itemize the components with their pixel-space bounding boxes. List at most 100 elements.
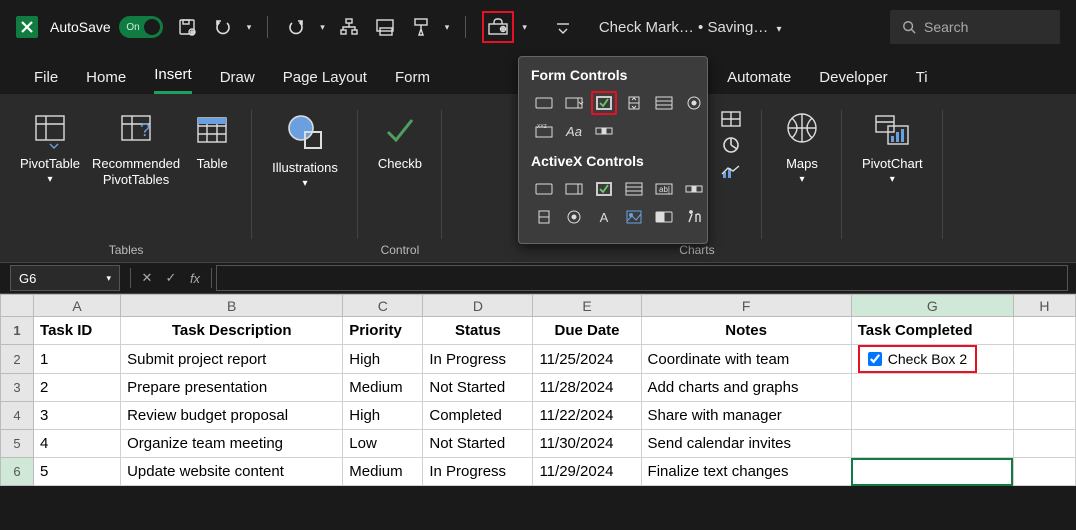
checkbox-button[interactable]: Checkb [372,104,428,174]
save-icon[interactable] [175,15,199,39]
autosave-toggle[interactable]: On [119,16,163,38]
cell[interactable]: Low [343,430,423,458]
cell[interactable]: Notes [641,317,851,345]
col-header[interactable]: E [533,295,641,317]
activex-toggle-icon[interactable] [651,205,677,229]
cell[interactable]: Finalize text changes [641,458,851,486]
redo-icon[interactable] [284,15,308,39]
form-checkbox-icon[interactable] [591,91,617,115]
col-header[interactable]: D [423,295,533,317]
cell[interactable]: In Progress [423,458,533,486]
form-listbox-icon[interactable] [651,91,677,115]
cell[interactable] [1013,402,1075,430]
cell[interactable]: 1 [34,345,121,374]
active-cell[interactable] [851,458,1013,486]
illustrations-button[interactable]: Illustrations▾ [266,104,344,193]
cell[interactable]: 4 [34,430,121,458]
col-header[interactable]: H [1013,295,1075,317]
cell[interactable]: Check Box 2 [851,345,1013,374]
activex-scrollbar-icon[interactable] [681,177,707,201]
cell[interactable]: Completed [423,402,533,430]
activex-button-icon[interactable] [531,177,557,201]
pivotchart-button[interactable]: PivotChart▾ [856,104,929,189]
col-header[interactable]: B [121,295,343,317]
layout-icon[interactable] [373,15,397,39]
checkbox-control[interactable]: Check Box 2 [858,345,977,373]
activex-label-icon[interactable]: A [591,205,617,229]
pivottable-button[interactable]: PivotTable▾ [14,104,86,189]
activex-more-icon[interactable] [681,205,707,229]
cell[interactable] [1013,458,1075,486]
cancel-formula-icon[interactable]: ✕ [135,270,159,286]
hierarchy-icon[interactable] [337,15,361,39]
tab-developer[interactable]: Developer [819,61,887,94]
search-box[interactable]: Search [890,10,1060,44]
cell[interactable]: Update website content [121,458,343,486]
cell[interactable]: Medium [343,458,423,486]
cell[interactable] [1013,374,1075,402]
row-header[interactable]: 2 [1,345,34,374]
tab-insert[interactable]: Insert [154,58,192,94]
cell[interactable]: Medium [343,374,423,402]
tab-page-layout[interactable]: Page Layout [283,61,367,94]
enter-formula-icon[interactable]: ✓ [159,270,183,286]
form-button-icon[interactable] [531,91,557,115]
cell[interactable]: Not Started [423,374,533,402]
chart-combo-icon[interactable] [718,160,744,182]
row-header[interactable]: 5 [1,430,34,458]
activex-spinner-icon[interactable] [531,205,557,229]
checkbox-input[interactable] [868,352,882,366]
form-spinner-icon[interactable] [621,91,647,115]
cell[interactable]: 11/29/2024 [533,458,641,486]
name-box[interactable]: G6 ▾ [10,265,120,291]
cell[interactable]: 11/28/2024 [533,374,641,402]
form-groupbox-icon[interactable]: XYZ [531,119,557,143]
cell[interactable]: 11/30/2024 [533,430,641,458]
cell[interactable]: Task Completed [851,317,1013,345]
cell[interactable]: High [343,402,423,430]
undo-icon[interactable] [211,15,235,39]
cell[interactable]: Prepare presentation [121,374,343,402]
tab-file[interactable]: File [34,61,58,94]
activex-checkbox-icon[interactable] [591,177,617,201]
maps-button[interactable]: Maps▾ [776,104,828,189]
activex-textbox-icon[interactable]: ab| [651,177,677,201]
form-scrollbar-icon[interactable] [591,119,617,143]
cell[interactable] [1013,317,1075,345]
row-header[interactable]: 3 [1,374,34,402]
form-combobox-icon[interactable] [561,91,587,115]
cell[interactable]: Organize team meeting [121,430,343,458]
cell[interactable]: Review budget proposal [121,402,343,430]
cell[interactable]: Task Description [121,317,343,345]
chart-pie-icon[interactable] [718,134,744,156]
format-painter-icon[interactable] [409,15,433,39]
activex-option-icon[interactable] [561,205,587,229]
cell[interactable]: 11/22/2024 [533,402,641,430]
tab-formulas[interactable]: Form [395,61,430,94]
activex-listbox-icon[interactable] [621,177,647,201]
col-header[interactable]: F [641,295,851,317]
cell[interactable]: Coordinate with team [641,345,851,374]
cell[interactable]: Due Date [533,317,641,345]
cell[interactable] [851,402,1013,430]
spreadsheet-grid[interactable]: A B C D E F G H 1 Task ID Task Descripti… [0,294,1076,486]
cell[interactable]: 3 [34,402,121,430]
activex-combobox-icon[interactable] [561,177,587,201]
cell[interactable] [1013,430,1075,458]
cell[interactable]: Submit project report [121,345,343,374]
cell[interactable]: In Progress [423,345,533,374]
table-button[interactable]: Table [186,104,238,174]
cell[interactable]: 2 [34,374,121,402]
select-all-corner[interactable] [1,295,34,317]
tab-draw[interactable]: Draw [220,61,255,94]
toolbox-icon[interactable] [486,15,510,39]
col-header[interactable]: C [343,295,423,317]
cell[interactable]: Priority [343,317,423,345]
form-label-icon[interactable]: Aa [561,119,587,143]
col-header[interactable]: A [34,295,121,317]
cell[interactable]: Add charts and graphs [641,374,851,402]
cell[interactable] [851,430,1013,458]
customize-qat-icon[interactable] [551,15,575,39]
cell[interactable] [851,374,1013,402]
formula-input[interactable] [216,265,1068,291]
